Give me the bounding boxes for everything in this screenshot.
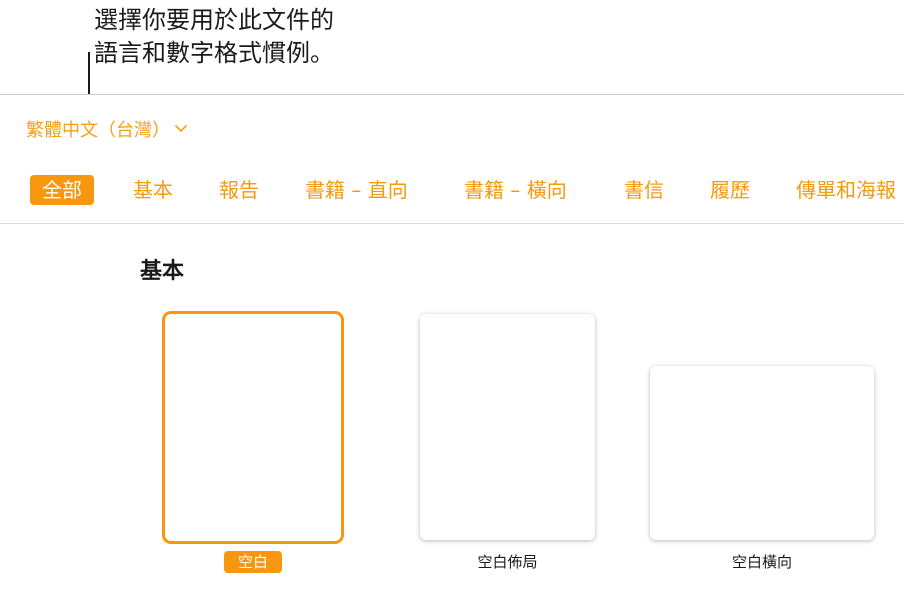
template-gallery: 基本 空白 空白佈局 空白橫向 xyxy=(0,224,904,591)
section-title: 基本 xyxy=(140,259,185,284)
template-thumbnail-blank[interactable] xyxy=(162,311,344,544)
callout-line-2: 語言和數字格式慣例。 xyxy=(94,39,334,67)
screenshot-root: 選擇你要用於此文件的 語言和數字格式慣例。 繁體中文（台灣） 全部 基本 報告 … xyxy=(0,0,904,591)
template-chooser-panel: 繁體中文（台灣） 全部 基本 報告 書籍 – 直向 書籍 – 橫向 書信 履歷 … xyxy=(0,94,904,591)
template-label-blank: 空白 xyxy=(224,551,282,573)
tab-books-portrait[interactable]: 書籍 – 直向 xyxy=(305,175,408,205)
tab-resumes[interactable]: 履歷 xyxy=(710,175,750,205)
tab-letters[interactable]: 書信 xyxy=(624,175,664,205)
chevron-down-icon xyxy=(174,117,188,141)
tab-books-landscape[interactable]: 書籍 – 橫向 xyxy=(464,175,567,205)
callout-line-1: 選擇你要用於此文件的 xyxy=(94,6,334,34)
tab-all[interactable]: 全部 xyxy=(30,175,94,205)
language-selector-label: 繁體中文（台灣） xyxy=(26,120,170,141)
template-thumbnail-blank-landscape[interactable] xyxy=(650,366,874,540)
callout-annotation: 選擇你要用於此文件的 語言和數字格式慣例。 xyxy=(94,4,414,70)
template-label-blank-layout: 空白佈局 xyxy=(477,553,538,571)
category-tabs: 全部 基本 報告 書籍 – 直向 書籍 – 橫向 書信 履歷 傳單和海報 xyxy=(0,171,904,207)
tab-reports[interactable]: 報告 xyxy=(219,175,259,205)
template-thumbnail-blank-layout[interactable] xyxy=(420,314,595,540)
tab-flyers-posters[interactable]: 傳單和海報 xyxy=(796,175,896,205)
template-label-blank-landscape: 空白橫向 xyxy=(731,553,792,571)
language-selector[interactable]: 繁體中文（台灣） xyxy=(26,119,188,143)
tab-basic[interactable]: 基本 xyxy=(133,175,173,205)
